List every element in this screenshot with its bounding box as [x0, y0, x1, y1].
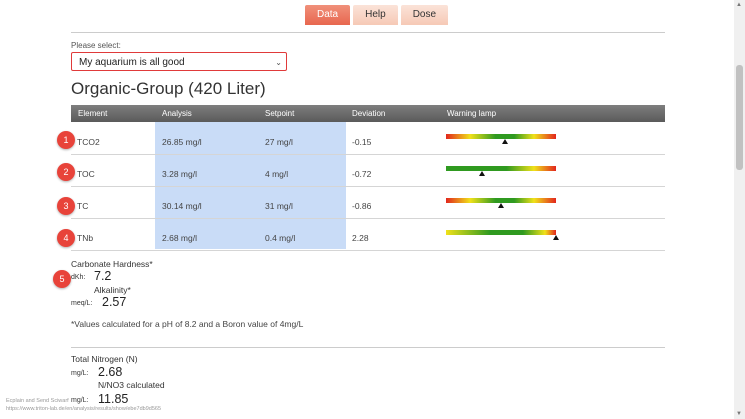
scrollbar-thumb[interactable]	[736, 65, 743, 170]
element-cell: TCO2	[77, 137, 100, 147]
element-cell: TNb	[77, 233, 94, 243]
step-badge-2: 2	[57, 163, 75, 181]
warning-lamp-bar	[446, 166, 556, 171]
deviation-cell: -0.15	[352, 137, 372, 147]
vertical-scrollbar[interactable]: ▲ ▼	[734, 0, 745, 419]
analysis-cell: 26.85 mg/l	[162, 137, 202, 147]
table-row: TNb 2.68 mg/l 0.4 mg/l 2.28	[71, 218, 665, 251]
tab-data[interactable]: Data	[305, 5, 351, 25]
setpoint-cell: 0.4 mg/l	[265, 233, 296, 243]
no3-value: 11.85	[98, 392, 129, 406]
table-row: TCO2 26.85 mg/l 27 mg/l -0.15	[71, 122, 665, 155]
footer-url[interactable]: https://www.triton-lab.de/en/analysis/re…	[6, 406, 161, 412]
element-cell: TC	[77, 201, 89, 211]
step-badge-3: 3	[57, 197, 75, 215]
no3-calculated-label: N/NO3 calculated	[98, 380, 165, 390]
warning-lamp-marker	[479, 171, 486, 176]
no3-unit: mg/L:	[71, 397, 89, 404]
analysis-cell: 3.28 mg/l	[162, 169, 197, 179]
setpoint-cell: 27 mg/l	[265, 137, 293, 147]
select-value: My aquarium is all good	[79, 57, 185, 68]
header-setpoint: Setpoint	[265, 109, 295, 118]
deviation-cell: -0.86	[352, 201, 372, 211]
analysis-cell: 30.14 mg/l	[162, 201, 202, 211]
setpoint-cell: 31 mg/l	[265, 201, 293, 211]
setpoint-cell: 4 mg/l	[265, 169, 289, 179]
scroll-down-icon[interactable]: ▼	[736, 411, 742, 417]
chevron-down-icon: ⌄	[275, 58, 282, 67]
alkalinity-label: Alkalinity*	[94, 285, 131, 295]
step-badge-5: 5	[53, 270, 71, 288]
nitrogen-value: 2.68	[98, 365, 123, 379]
warning-lamp-marker	[502, 139, 509, 144]
header-analysis: Analysis	[162, 109, 192, 118]
table-row: TOC 3.28 mg/l 4 mg/l -0.72	[71, 154, 665, 187]
group-title: Organic-Group (420 Liter)	[71, 79, 266, 98]
tab-dose[interactable]: Dose	[400, 5, 449, 25]
carbonate-title: Carbonate Hardness*	[71, 259, 153, 269]
nitrogen-title: Total Nitrogen (N)	[71, 354, 138, 364]
meq-value: 2.57	[102, 295, 127, 309]
warning-lamp-marker	[553, 235, 559, 240]
warning-lamp-bar	[446, 134, 556, 139]
step-badge-4: 4	[57, 229, 75, 247]
header-deviation: Deviation	[352, 109, 386, 118]
aquarium-select[interactable]: My aquarium is all good ⌄	[71, 52, 287, 71]
deviation-cell: 2.28	[352, 233, 369, 243]
calculation-note: *Values calculated for a pH of 8.2 and a…	[71, 319, 304, 329]
step-badge-1: 1	[57, 131, 75, 149]
analysis-cell: 2.68 mg/l	[162, 233, 197, 243]
dkh-value: 7.2	[94, 269, 112, 283]
dkh-unit: dKh:	[71, 274, 86, 281]
header-element: Element	[78, 109, 108, 118]
element-cell: TOC	[77, 169, 95, 179]
warning-lamp-marker	[498, 203, 504, 208]
select-label: Please select:	[71, 41, 121, 50]
meq-unit: meq/L:	[71, 300, 93, 307]
table-row: TC 30.14 mg/l 31 mg/l -0.86	[71, 186, 665, 219]
table-header: Element Analysis Setpoint Deviation Warn…	[71, 105, 665, 122]
nitrogen-unit: mg/L:	[71, 370, 89, 377]
footer-text-1: Ecplain and Send Sciwarf	[6, 398, 69, 404]
warning-lamp-bar	[446, 230, 556, 235]
section-divider	[71, 347, 665, 348]
scroll-up-icon[interactable]: ▲	[736, 2, 742, 8]
header-warning-lamp: Warning lamp	[447, 109, 497, 118]
tab-bar: Data Help Dose	[305, 5, 449, 25]
tab-help[interactable]: Help	[353, 5, 398, 25]
deviation-cell: -0.72	[352, 169, 372, 179]
header-divider	[71, 32, 665, 33]
